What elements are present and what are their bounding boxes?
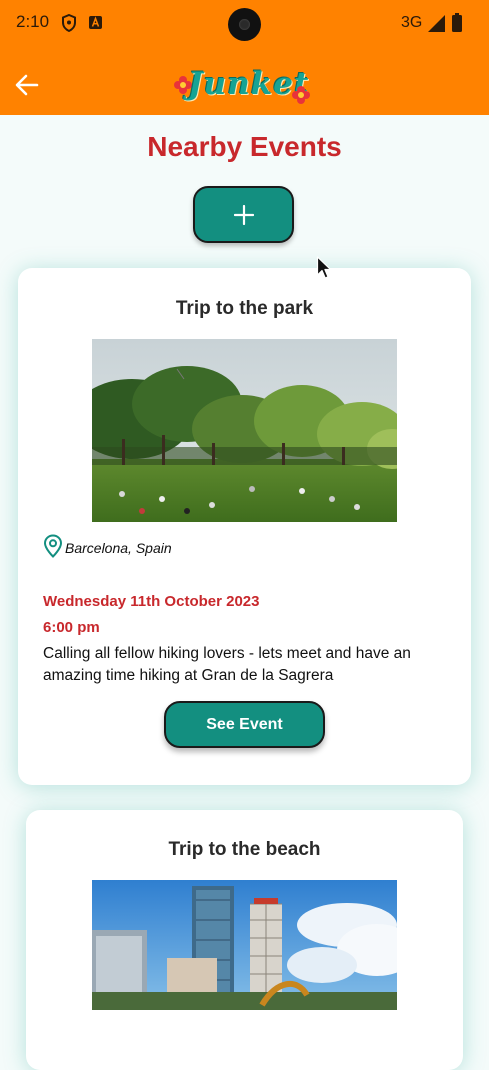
front-camera: [228, 8, 261, 41]
junket-logo: Junket: [174, 66, 314, 111]
event-image-beach: [92, 880, 397, 1010]
event-card: Trip to the park Barcelona, Spain Wednes…: [18, 268, 471, 785]
event-description: Calling all fellow hiking lovers - lets …: [43, 645, 411, 684]
add-event-button[interactable]: [193, 186, 294, 243]
page-title: Nearby Events: [147, 131, 342, 162]
event-title: Trip to the park: [175, 298, 314, 319]
event-image-park: [92, 339, 397, 522]
event-card: Trip to the beach: [26, 810, 463, 1070]
a-badge-icon: [89, 16, 102, 29]
flower-icon: [292, 86, 310, 104]
event-title: Trip to the beach: [168, 839, 321, 860]
event-location: Barcelona, Spain: [65, 540, 172, 556]
location-pin-icon: [43, 534, 63, 558]
status-bar: 2:10 3G: [0, 0, 489, 48]
event-date: Wednesday 11th October 2023: [43, 593, 260, 610]
plus-icon: [234, 205, 254, 225]
network-type: 3G: [401, 14, 423, 31]
app-header: 2:10 3G Junket: [0, 0, 489, 115]
see-event-button[interactable]: See Event: [164, 701, 325, 748]
signal-icon: [428, 15, 445, 32]
mouse-cursor-icon: [316, 256, 332, 279]
back-arrow-icon[interactable]: [13, 70, 41, 100]
status-time: 2:10: [16, 12, 50, 31]
shield-icon: [62, 14, 76, 32]
battery-icon: [452, 13, 462, 32]
event-time: 6:00 pm: [43, 619, 100, 636]
